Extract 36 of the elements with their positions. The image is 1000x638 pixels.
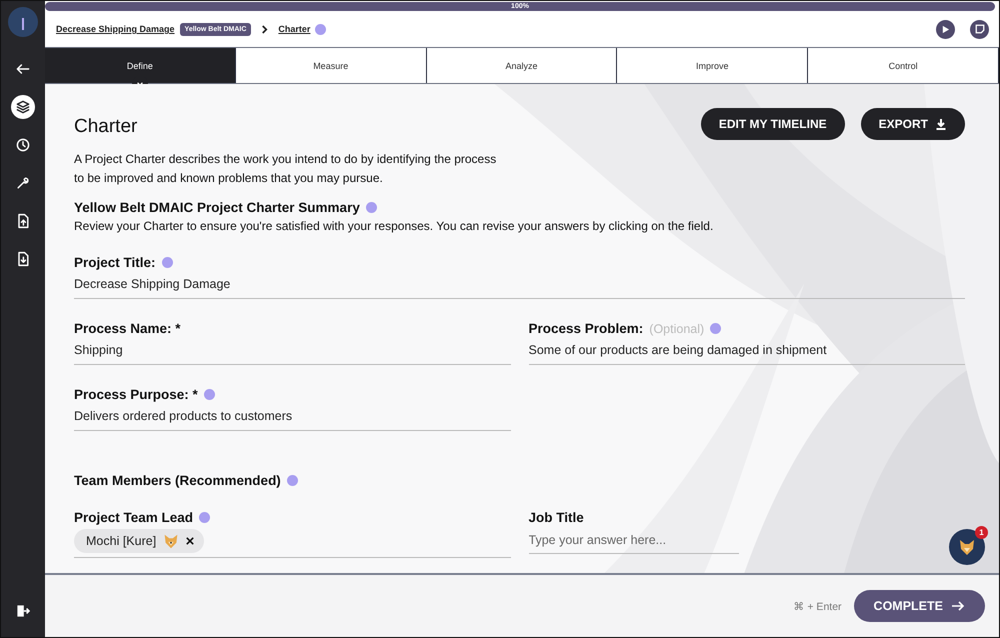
field-label: Process Name: * [74, 321, 181, 336]
download-icon [935, 118, 947, 130]
person-chip[interactable]: Mochi [Kure] [74, 529, 204, 553]
page-title: Charter [74, 116, 138, 138]
dog-avatar-icon [162, 532, 180, 550]
field-label: Process Problem: [528, 321, 644, 336]
play-icon[interactable] [936, 20, 955, 38]
breadcrumb-link[interactable]: Decrease Shipping Damage [56, 24, 175, 34]
user-avatar-icon[interactable] [8, 7, 38, 37]
field-label: Project Team Lead [74, 510, 194, 525]
field-value[interactable]: Shipping [74, 336, 510, 365]
field-label: Project Title: [74, 255, 156, 270]
timeline-button[interactable]: EDIT MY TIMELINE [700, 108, 845, 140]
summary-text: Review your Charter to ensure you're satisfied with your responses. You can revise your answers by clicking on the field. [74, 219, 714, 233]
breadcrumb-link[interactable]: Charter [278, 24, 310, 34]
section-title: Team Members (Recommended) [74, 473, 281, 488]
remove-icon[interactable] [186, 537, 194, 545]
field-label: Job Title [528, 510, 584, 525]
complete-button[interactable]: COMPLETE [854, 590, 985, 622]
layers-icon[interactable] [11, 95, 35, 119]
field-value[interactable]: Decrease Shipping Damage [74, 270, 965, 299]
chevron-icon [261, 24, 268, 34]
export-button[interactable]: EXPORT [860, 108, 965, 140]
phase-tab[interactable]: Define [45, 48, 236, 83]
answer-field[interactable]: Type your answer here... [528, 527, 738, 554]
optional-hint: (Optional) [649, 322, 704, 336]
arrow-right-icon [951, 601, 965, 611]
shortcut-hint: ⌘ + Enter [793, 600, 842, 612]
intro-text: A Project Charter describes the work you intend to do by identifying the process to be improved and known problems that you may pursue. [74, 151, 498, 187]
person-name: Mochi [Kure] [86, 534, 156, 548]
section-title: Yellow Belt DMAIC Project Charter Summary [74, 200, 360, 215]
dog-face-icon [957, 537, 977, 557]
note-icon[interactable] [970, 20, 989, 38]
field-value[interactable]: Some of our products are being damaged in shipment [528, 336, 965, 365]
field-label: Process Purpose: * [74, 387, 198, 402]
field-value[interactable]: Delivers ordered products to customers [74, 402, 510, 431]
